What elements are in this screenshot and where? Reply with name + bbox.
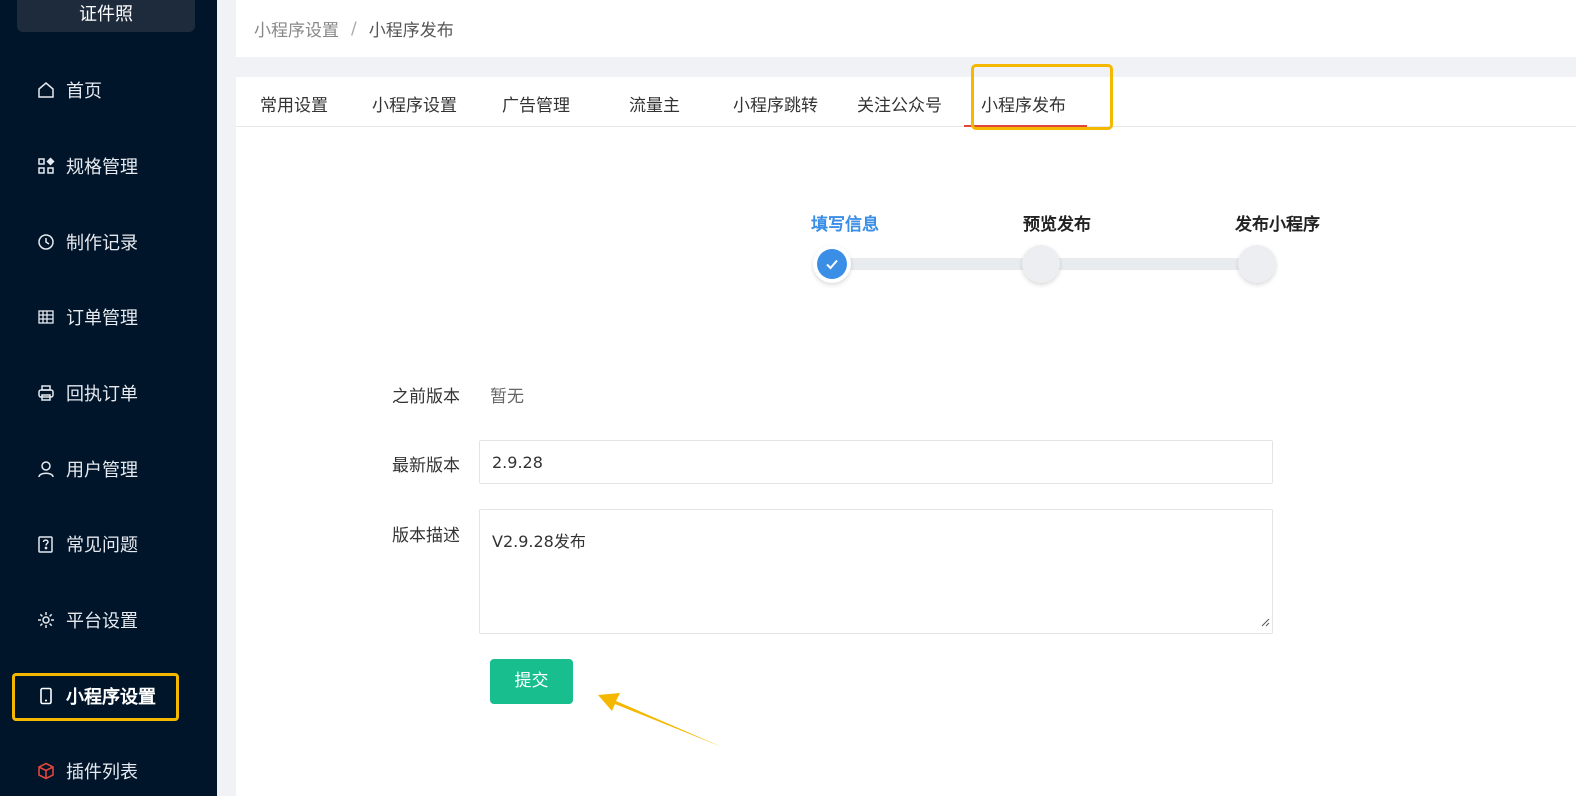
sidebar-item-records[interactable]: 制作记录 [36,228,138,256]
breadcrumb: 小程序设置 / 小程序发布 [236,0,1576,57]
sidebar-item-label: 回执订单 [66,384,138,405]
resize-grip-icon[interactable] [1260,612,1270,631]
step-dot-preview-publish [1022,245,1060,283]
sidebar-item-faq[interactable]: 常见问题 [36,530,138,558]
main-card: 常用设置 小程序设置 广告管理 流量主 小程序跳转 关注公众号 小程序发布 填写… [236,64,1576,796]
sidebar-item-label: 订单管理 [66,308,138,329]
active-tab-underline [964,125,1087,127]
tab-traffic-master[interactable]: 流量主 [629,91,680,116]
step-dot-fill-info [813,245,851,283]
tab-miniprogram-publish[interactable]: 小程序发布 [981,91,1066,116]
tab-bar: 常用设置 小程序设置 广告管理 流量主 小程序跳转 关注公众号 小程序发布 [236,64,1576,130]
sidebar-item-label: 小程序设置 [66,687,156,708]
tab-common-settings[interactable]: 常用设置 [260,91,328,116]
home-icon [36,80,56,100]
user-icon [36,459,56,479]
sidebar-item-label: 首页 [66,81,102,102]
step-title-preview-publish: 预览发布 [1023,215,1091,235]
latest-version-input[interactable]: 2.9.28 [479,440,1273,484]
phone-icon [36,686,56,706]
cube-icon [36,761,56,781]
breadcrumb-separator: / [351,18,357,39]
sidebar: 证件照 首页 规格管理 制作记录 订单管理 回执订单 用户管理 常见问题 平台设… [0,0,217,796]
annotation-arrow-icon [598,693,722,747]
sidebar-item-plugins[interactable]: 插件列表 [36,757,138,785]
sidebar-item-label: 平台设置 [66,611,138,632]
question-icon [36,534,56,554]
app-logo: 证件照 [17,0,195,32]
grid-icon [36,156,56,176]
printer-icon [36,383,56,403]
tab-follow-official-account[interactable]: 关注公众号 [857,91,942,116]
sidebar-item-home[interactable]: 首页 [36,76,102,104]
sidebar-item-miniprogram-settings[interactable]: 小程序设置 [36,682,156,710]
sidebar-item-label: 插件列表 [66,762,138,783]
version-description-text: V2.9.28发布 [492,532,586,551]
sidebar-item-receipt-orders[interactable]: 回执订单 [36,379,138,407]
prev-version-label: 之前版本 [392,387,460,407]
sidebar-item-label: 常见问题 [66,535,138,556]
sidebar-item-users[interactable]: 用户管理 [36,455,138,483]
sidebar-item-platform-settings[interactable]: 平台设置 [36,606,138,634]
tab-miniprogram-jump[interactable]: 小程序跳转 [733,91,818,116]
step-title-publish-miniprogram: 发布小程序 [1235,215,1320,235]
latest-version-label: 最新版本 [392,456,460,476]
step-dot-publish-miniprogram [1238,245,1276,283]
sidebar-item-label: 制作记录 [66,233,138,254]
breadcrumb-current: 小程序发布 [368,21,454,41]
version-description-label: 版本描述 [392,526,460,546]
tab-ad-management[interactable]: 广告管理 [502,91,570,116]
tab-miniprogram-settings[interactable]: 小程序设置 [372,91,457,116]
sidebar-item-label: 用户管理 [66,460,138,481]
table-icon [36,307,56,327]
sidebar-item-orders[interactable]: 订单管理 [36,303,138,331]
version-description-textarea[interactable]: V2.9.28发布 [479,509,1273,634]
sidebar-item-specs[interactable]: 规格管理 [36,152,138,180]
clock-icon [36,232,56,252]
check-icon [817,249,847,279]
submit-button[interactable]: 提交 [490,659,573,704]
gear-icon [36,610,56,630]
breadcrumb-parent-link[interactable]: 小程序设置 [254,16,339,41]
sidebar-item-label: 规格管理 [66,157,138,178]
prev-version-value: 暂无 [490,387,524,407]
step-title-fill-info: 填写信息 [811,215,879,235]
